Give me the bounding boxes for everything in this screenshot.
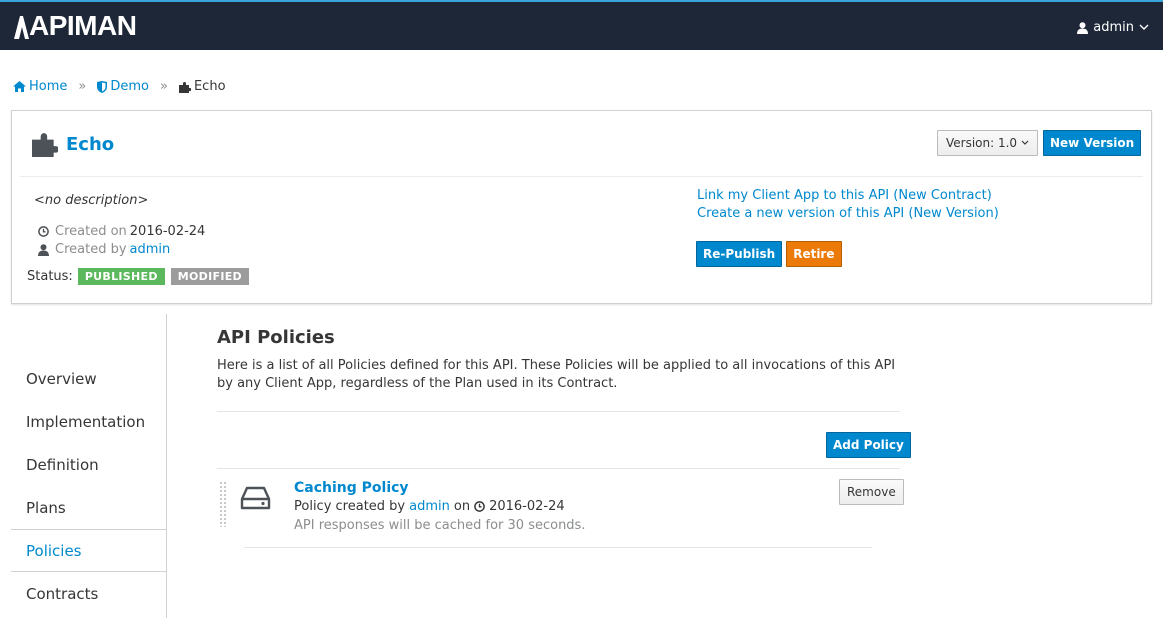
nav-plans[interactable]: Plans	[11, 486, 167, 529]
chevron-down-icon	[1139, 24, 1149, 30]
breadcrumb-api-label: Echo	[193, 79, 226, 94]
breadcrumb-home-label[interactable]: Home	[29, 79, 67, 94]
nav-overview[interactable]: Overview	[11, 357, 167, 400]
divider	[217, 468, 900, 469]
status-badge-published: PUBLISHED	[77, 268, 165, 285]
puzzle-icon	[32, 133, 58, 157]
divider	[244, 547, 872, 548]
card-divider	[20, 176, 1143, 177]
created-by-user-link[interactable]: admin	[130, 242, 171, 257]
breadcrumb-separator: »	[160, 79, 168, 94]
policy-name-link[interactable]: Caching Policy	[294, 480, 409, 496]
shield-icon	[97, 80, 108, 93]
new-contract-link[interactable]: Link my Client App to this API (New Cont…	[697, 188, 992, 203]
breadcrumb-api: Echo	[178, 79, 226, 94]
nav-policies[interactable]: Policies	[11, 529, 167, 572]
user-icon	[38, 243, 49, 256]
breadcrumb-org-label[interactable]: Demo	[110, 79, 149, 94]
breadcrumb-separator: »	[78, 79, 87, 94]
clock-icon	[474, 501, 485, 512]
created-by-label: Created by	[55, 242, 127, 257]
breadcrumb: Home » Demo » Echo	[13, 79, 226, 94]
status-label: Status:	[27, 269, 73, 284]
clock-icon	[38, 226, 49, 237]
policy-on-label: on	[453, 499, 471, 514]
remove-policy-button[interactable]: Remove	[839, 479, 904, 505]
retire-button[interactable]: Retire	[786, 241, 842, 267]
user-icon	[1077, 21, 1089, 34]
nav-contracts[interactable]: Contracts	[11, 572, 167, 615]
divider	[217, 411, 900, 412]
version-label: Version: 1.0	[946, 136, 1018, 150]
nav-definition[interactable]: Definition	[11, 443, 167, 486]
user-menu[interactable]: admin	[1077, 20, 1149, 35]
drag-handle-icon[interactable]	[219, 481, 227, 527]
top-navbar: APIMAN admin	[0, 0, 1163, 50]
version-dropdown[interactable]: Version: 1.0	[937, 130, 1039, 156]
api-summary-card: Echo Version: 1.0 New Version <no descri…	[11, 110, 1152, 304]
republish-button[interactable]: Re-Publish	[696, 241, 783, 267]
api-name[interactable]: Echo	[66, 134, 114, 155]
nav-implementation[interactable]: Implementation	[11, 400, 167, 443]
apiman-logo[interactable]: APIMAN	[13, 10, 137, 41]
policy-created-prefix: Policy created by	[294, 499, 406, 514]
created-on-label: Created on	[55, 224, 127, 239]
new-version-link[interactable]: Create a new version of this API (New Ve…	[697, 206, 999, 221]
policy-description: API responses will be cached for 30 seco…	[294, 518, 586, 533]
add-policy-button[interactable]: Add Policy	[826, 432, 911, 458]
created-by-row: Created by admin	[38, 242, 170, 257]
created-on-date: 2016-02-24	[129, 224, 206, 239]
policy-created-line: Policy created by admin on 2016-02-24	[294, 499, 565, 514]
created-on-row: Created on 2016-02-24	[38, 224, 205, 239]
api-description: <no description>	[34, 193, 149, 208]
home-icon	[13, 81, 26, 92]
new-version-button[interactable]: New Version	[1043, 130, 1142, 156]
status-row: Status: PUBLISHED MODIFIED	[27, 268, 249, 285]
status-badge-modified: MODIFIED	[170, 268, 249, 285]
breadcrumb-org[interactable]: Demo	[97, 79, 149, 94]
chevron-down-icon	[1021, 140, 1029, 145]
page-intro: Here is a list of all Policies defined f…	[217, 358, 896, 391]
policy-list-item: Caching Policy Policy created by admin o…	[217, 477, 904, 547]
logo-figure-icon	[14, 16, 29, 39]
policies-section: API Policies Here is a list of all Polic…	[217, 325, 900, 393]
page-title: API Policies	[217, 327, 335, 348]
hdd-icon	[240, 486, 271, 510]
puzzle-icon	[178, 81, 191, 93]
policy-creator-link[interactable]: admin	[409, 499, 450, 514]
policy-date: 2016-02-24	[489, 499, 565, 514]
api-title: Echo	[32, 131, 114, 157]
logo-text: APIMAN	[29, 10, 137, 41]
side-navigation: Overview Implementation Definition Plans…	[11, 314, 167, 618]
card-actions: Re-Publish Retire	[696, 241, 842, 267]
breadcrumb-home[interactable]: Home	[13, 79, 67, 94]
quick-links: Link my Client App to this API (New Cont…	[697, 187, 999, 223]
user-name: admin	[1093, 20, 1134, 35]
